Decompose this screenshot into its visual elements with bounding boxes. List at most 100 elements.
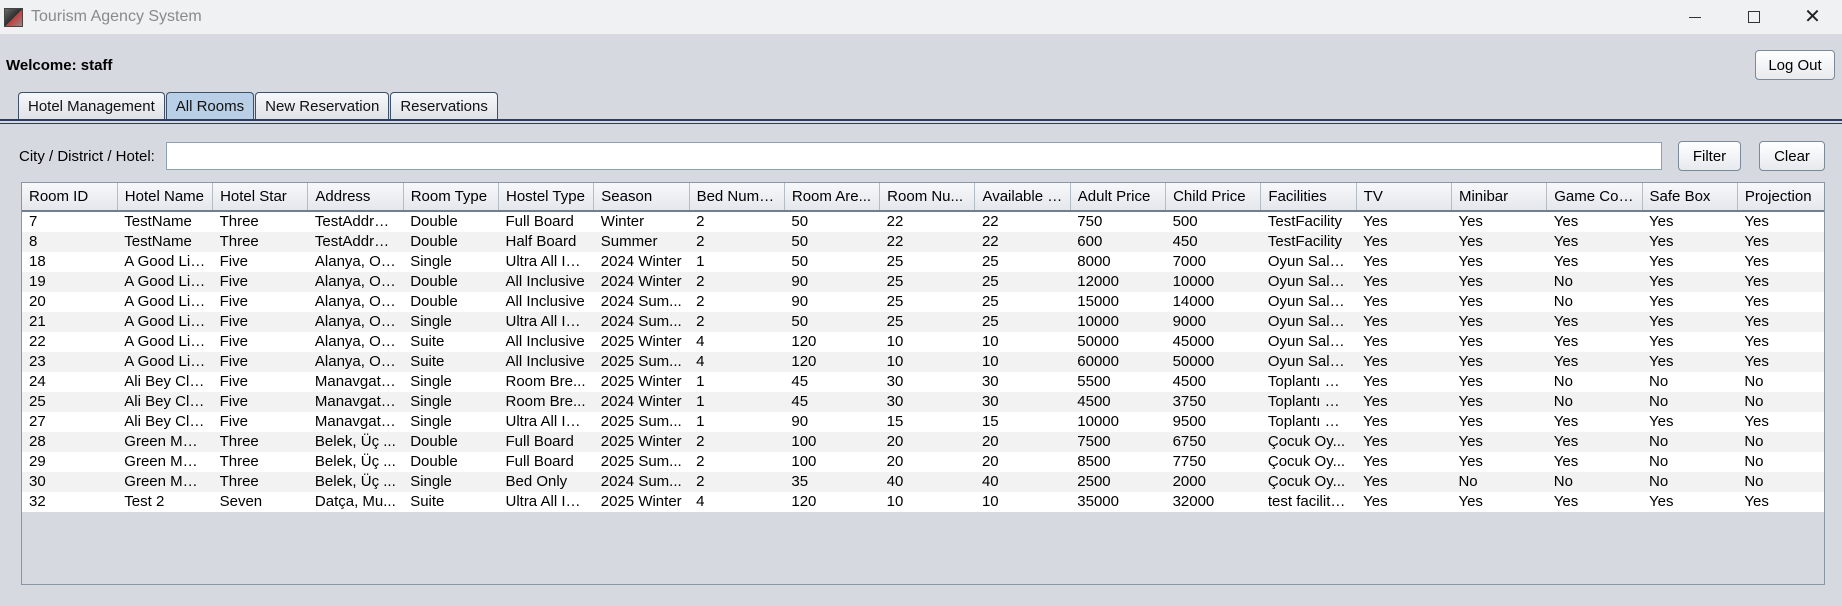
table-cell: Five	[212, 272, 308, 292]
tab-new-reservation[interactable]: New Reservation	[255, 92, 390, 119]
column-header[interactable]: Safe Box	[1642, 183, 1738, 212]
table-cell: 22	[879, 232, 975, 252]
table-cell: Five	[212, 252, 308, 272]
table-cell: A Good Lif...	[117, 292, 213, 312]
column-header[interactable]: Adult Price	[1070, 183, 1167, 212]
table-cell: No	[1546, 272, 1643, 292]
table-row[interactable]: 23 A Good Lif... Five Alanya, Ok... Suite All…	[22, 352, 1824, 372]
column-header[interactable]: Facilities	[1260, 183, 1357, 212]
table-cell: 1	[689, 412, 785, 432]
window-controls: ✕	[1665, 0, 1842, 34]
table-row[interactable]: 18 A Good Lif... Five Alanya, Ok... Single Ul…	[22, 252, 1824, 272]
table-cell: Yes	[1356, 452, 1452, 472]
table-cell: Single	[403, 472, 499, 492]
table-row[interactable]: 28 Green Max... Three Belek, Üç ... Double Fu…	[22, 432, 1824, 452]
column-header[interactable]: Address	[307, 183, 404, 212]
table-row[interactable]: 7 TestName Three TestAddress Double Full Boar…	[22, 211, 1824, 232]
table-cell: A Good Lif...	[117, 272, 213, 292]
rooms-table-container[interactable]: Room ID Hotel Name Hotel Star Address Room T…	[21, 182, 1825, 585]
column-header[interactable]: Room ID	[22, 183, 118, 212]
table-cell: 7500	[1070, 432, 1166, 452]
filter-label: City / District / Hotel:	[19, 148, 155, 165]
table-row[interactable]: 8 TestName Three TestAddress Double Half Boar…	[22, 232, 1824, 252]
table-cell: 10	[879, 492, 975, 512]
table-cell: 4	[689, 332, 785, 352]
table-cell: 25	[879, 272, 975, 292]
table-cell: Seven	[212, 492, 308, 512]
column-header[interactable]: Minibar	[1451, 183, 1548, 212]
column-header[interactable]: Projection	[1737, 183, 1824, 212]
column-header[interactable]: Available R...	[974, 183, 1071, 212]
table-cell: A Good Lif...	[117, 332, 213, 352]
table-cell: Yes	[1642, 332, 1738, 352]
table-cell: Single	[403, 252, 499, 272]
table-row[interactable]: 21 A Good Lif... Five Alanya, Ok... Single Ul…	[22, 312, 1824, 332]
column-header[interactable]: Child Price	[1165, 183, 1262, 212]
table-cell: 3750	[1165, 392, 1261, 412]
column-header[interactable]: Hotel Star	[212, 183, 309, 212]
table-cell: Yes	[1642, 412, 1738, 432]
filter-button[interactable]: Filter	[1678, 141, 1741, 171]
column-header[interactable]: TV	[1356, 183, 1452, 212]
table-cell: Yes	[1451, 452, 1547, 472]
column-header[interactable]: Room Are...	[784, 183, 881, 212]
column-header[interactable]: Season	[593, 183, 690, 212]
column-header[interactable]: Game Con...	[1546, 183, 1643, 212]
table-cell: Yes	[1356, 292, 1452, 312]
table-cell: TestFacility	[1260, 211, 1357, 232]
tab-all-rooms[interactable]: All Rooms	[165, 92, 255, 119]
logout-button[interactable]: Log Out	[1755, 50, 1835, 80]
table-cell: Yes	[1356, 272, 1452, 292]
table-cell: 10000	[1070, 412, 1166, 432]
column-header[interactable]: Room Nu...	[879, 183, 976, 212]
tab-reservations[interactable]: Reservations	[390, 92, 498, 119]
table-cell: 120	[784, 352, 880, 372]
table-cell: 40	[974, 472, 1071, 492]
table-cell: Double	[403, 292, 499, 312]
table-cell: Yes	[1737, 412, 1824, 432]
table-row[interactable]: 20 A Good Lif... Five Alanya, Ok... Double Al…	[22, 292, 1824, 312]
table-cell: Ultra All Incl...	[498, 492, 594, 512]
filter-search-input[interactable]	[166, 142, 1662, 170]
maximize-button[interactable]	[1724, 0, 1783, 34]
table-cell: Manavgat, ...	[307, 372, 404, 392]
table-cell: No	[1451, 472, 1547, 492]
table-cell: 10	[974, 352, 1071, 372]
table-cell: Five	[212, 292, 308, 312]
table-row[interactable]: 22 A Good Lif... Five Alanya, Ok... Suite All…	[22, 332, 1824, 352]
table-row[interactable]: 24 Ali Bey Clu... Five Manavgat, ... Single R…	[22, 372, 1824, 392]
table-cell: No	[1546, 392, 1643, 412]
tab-hotel-management[interactable]: Hotel Management	[18, 92, 165, 119]
table-cell: 750	[1070, 211, 1166, 232]
column-header[interactable]: Hostel Type	[498, 183, 595, 212]
table-cell: 14000	[1165, 292, 1261, 312]
window-titlebar: Tourism Agency System ✕	[0, 0, 1842, 34]
table-cell: Single	[403, 392, 499, 412]
table-row[interactable]: 19 A Good Lif... Five Alanya, Ok... Double Al…	[22, 272, 1824, 292]
table-cell: Suite	[403, 352, 499, 372]
close-button[interactable]: ✕	[1783, 0, 1842, 34]
table-row[interactable]: 27 Ali Bey Clu... Five Manavgat, ... Single U…	[22, 412, 1824, 432]
table-cell: No	[1642, 432, 1738, 452]
table-cell: Single	[403, 412, 499, 432]
column-header[interactable]: Hotel Name	[117, 183, 214, 212]
table-cell: 2025 Winter	[593, 372, 690, 392]
table-cell: Yes	[1737, 292, 1824, 312]
table-body: 7 TestName Three TestAddress Double Full Boar…	[22, 211, 1824, 512]
column-header[interactable]: Room Type	[403, 183, 499, 212]
clear-button[interactable]: Clear	[1759, 141, 1825, 171]
table-row[interactable]: 30 Green Max... Three Belek, Üç ... Single Be…	[22, 472, 1824, 492]
table-cell: Toplantı Sa...	[1260, 412, 1357, 432]
table-cell: Yes	[1642, 252, 1738, 272]
table-row[interactable]: 25 Ali Bey Clu... Five Manavgat, ... Single R…	[22, 392, 1824, 412]
column-header[interactable]: Bed Number	[689, 183, 785, 212]
table-cell: Yes	[1546, 452, 1643, 472]
table-cell: 20	[879, 452, 975, 472]
table-row[interactable]: 29 Green Max... Three Belek, Üç ... Double Fu…	[22, 452, 1824, 472]
table-cell: Oyun Salo...	[1260, 272, 1357, 292]
table-cell: Yes	[1642, 492, 1738, 512]
table-row[interactable]: 32 Test 2 Seven Datça, Mu... Suite Ultra All …	[22, 492, 1824, 512]
table-cell: Yes	[1356, 352, 1452, 372]
minimize-button[interactable]	[1665, 0, 1724, 34]
close-icon: ✕	[1804, 6, 1821, 28]
